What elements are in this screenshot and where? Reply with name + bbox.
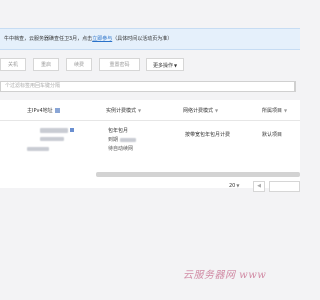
banner-text: 牛中档查，云服务器磺查任卫3月，点击立即参与（具体时间以活动页为准）	[4, 36, 173, 42]
watermark-text: 云服务器网 www	[183, 270, 267, 281]
col-network-billing[interactable]: 网络计费模式 ▼	[183, 107, 218, 114]
search-divider	[294, 82, 295, 91]
auto-renew-label: 待自动续网	[108, 146, 134, 152]
table-row[interactable]: 包年包月 到期 待自动续网 按带宽包年包月计费 默认项目	[0, 121, 300, 167]
more-actions-button[interactable]: 更多操作▼	[146, 58, 184, 71]
chevron-down-icon: ▼	[173, 63, 178, 68]
instance-table: 主IPv4地址 实例计费模式 ▼ 网络计费模式 ▼ 所属项目 ▼ 包年包月 到期 待自…	[0, 100, 300, 188]
instance-billing-mode: 包年包月	[108, 128, 129, 134]
col-instance-billing[interactable]: 实例计费模式 ▼	[106, 107, 141, 114]
col-project[interactable]: 所属项目 ▼	[262, 107, 287, 114]
filter-icon[interactable]: ▼	[215, 108, 218, 113]
network-billing-mode: 按带宽包年包月计费	[185, 132, 231, 138]
table-header: 主IPv4地址 实例计费模式 ▼ 网络计费模式 ▼ 所属项目 ▼	[0, 100, 300, 121]
shutdown-button[interactable]: 关机	[0, 58, 26, 71]
promo-banner: 牛中档查，云服务器磺查任卫3月，点击立即参与（具体时间以活动页为准）	[0, 28, 300, 50]
restart-button[interactable]: 重启	[33, 58, 59, 71]
info-icon	[54, 108, 60, 113]
prev-page-button[interactable]: ◀	[253, 181, 265, 192]
blurred-ip-secondary	[40, 137, 64, 141]
blurred-ip-tertiary	[27, 147, 49, 151]
chevron-down-icon: ▼	[236, 183, 240, 188]
page-size-select[interactable]: 20▼	[229, 183, 239, 189]
blurred-ip	[40, 128, 68, 133]
project-name: 默认项目	[262, 132, 283, 138]
horizontal-scrollbar[interactable]	[96, 172, 300, 177]
expiry-label: 到期	[108, 136, 137, 143]
page-nav-box[interactable]	[269, 181, 300, 192]
filter-icon[interactable]: ▼	[284, 108, 287, 113]
reset-password-button[interactable]: 重置密码	[99, 58, 140, 71]
col-ip: 主IPv4地址	[27, 107, 60, 114]
action-toolbar: 关机 重启 续费 重置密码 更多操作▼	[0, 58, 300, 74]
copy-icon[interactable]	[70, 128, 74, 132]
pagination: 20▼ ◀	[0, 180, 300, 196]
banner-join-link[interactable]: 立即参与	[92, 36, 112, 42]
filter-icon[interactable]: ▼	[138, 108, 141, 113]
blurred-date	[120, 137, 137, 142]
renew-button[interactable]: 续费	[66, 58, 92, 71]
search-input[interactable]: 个过滤标签用回车键分隔	[0, 81, 296, 92]
